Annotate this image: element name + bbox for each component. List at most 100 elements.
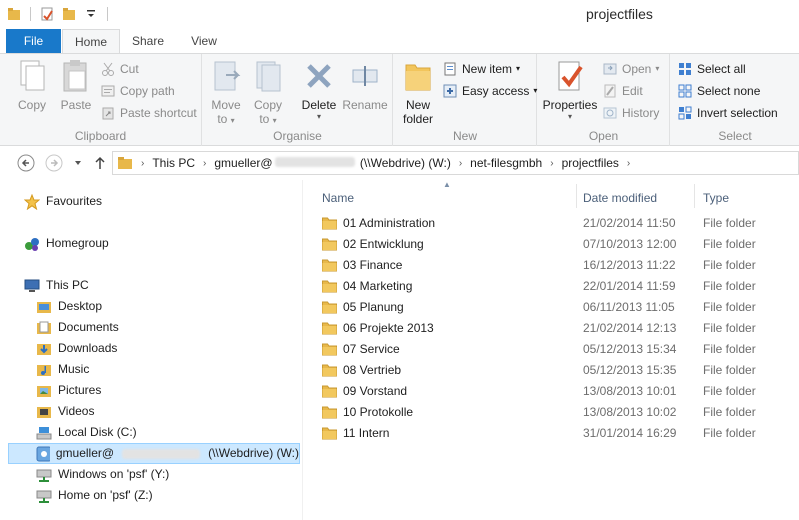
- table-row[interactable]: 01 Administration 21/02/2014 11:50 File fo…: [320, 213, 790, 234]
- chevron-right-icon[interactable]: ›: [203, 158, 206, 169]
- select-all-button[interactable]: Select all: [677, 59, 746, 79]
- table-row[interactable]: 03 Finance 16/12/2013 11:22 File folder: [320, 255, 790, 276]
- paste-button[interactable]: Paste: [56, 58, 96, 112]
- nav-music[interactable]: Music: [36, 359, 89, 380]
- column-divider[interactable]: [576, 184, 577, 208]
- tab-share[interactable]: Share: [122, 29, 174, 53]
- table-row[interactable]: 02 Entwicklung 07/10/2013 12:00 File folde…: [320, 234, 790, 255]
- nav-webdrive[interactable]: gmueller@ (\\Webdrive) (W:): [8, 443, 300, 464]
- tab-home[interactable]: Home: [62, 29, 120, 54]
- nav-windows-psf[interactable]: Windows on 'psf' (Y:): [36, 464, 169, 485]
- nav-pictures[interactable]: Pictures: [36, 380, 101, 401]
- delete-button[interactable]: Delete ▾: [299, 58, 339, 121]
- up-button[interactable]: [90, 153, 110, 173]
- cut-button[interactable]: Cut: [100, 59, 139, 79]
- table-row[interactable]: 08 Vertrieb 05/12/2013 15:35 File folder: [320, 360, 790, 381]
- file-name: 05 Planung: [343, 300, 404, 314]
- nav-videos-label: Videos: [58, 404, 95, 418]
- delete-icon: [301, 58, 337, 94]
- new-folder-icon[interactable]: [61, 6, 77, 22]
- new-folder-label-1: New: [405, 98, 430, 112]
- select-group: Select all Select none Invert selection …: [671, 54, 799, 146]
- rename-button[interactable]: Rename: [341, 58, 389, 112]
- address-bar[interactable]: › This PC › gmueller@ (\\Webdrive) (W:) …: [112, 151, 799, 175]
- file-name: 06 Projekte 2013: [343, 321, 434, 335]
- edit-button[interactable]: Edit: [602, 81, 643, 101]
- nav-downloads[interactable]: Downloads: [36, 338, 117, 359]
- column-header-type[interactable]: Type: [703, 188, 729, 208]
- copy-button[interactable]: Copy: [12, 58, 52, 112]
- nav-videos[interactable]: Videos: [36, 401, 94, 422]
- open-button[interactable]: Open ▾: [602, 59, 659, 79]
- redacted-host: [274, 157, 355, 167]
- select-none-button[interactable]: Select none: [677, 81, 760, 101]
- nav-pictures-label: Pictures: [58, 383, 102, 397]
- nav-desktop[interactable]: Desktop: [36, 296, 102, 317]
- history-button[interactable]: History: [602, 103, 659, 123]
- file-name: 08 Vertrieb: [343, 363, 402, 377]
- properties-dropdown-icon[interactable]: ▾: [542, 112, 598, 121]
- edit-icon: [602, 83, 618, 99]
- breadcrumb-webdrive-drive: (\\Webdrive) (W:): [359, 156, 451, 170]
- chevron-right-icon[interactable]: ›: [141, 158, 144, 169]
- table-row[interactable]: 09 Vorstand 13/08/2013 10:01 File folder: [320, 381, 790, 402]
- tab-file[interactable]: File: [6, 29, 61, 53]
- table-row[interactable]: 11 Intern 31/01/2014 16:29 File folder: [320, 423, 790, 444]
- open-label: Open: [622, 62, 652, 76]
- column-divider[interactable]: [694, 184, 695, 208]
- move-to-label-2-text: to: [217, 112, 228, 126]
- address-row: › This PC › gmueller@ (\\Webdrive) (W:) …: [0, 146, 799, 180]
- breadcrumb-this-pc[interactable]: This PC: [152, 156, 195, 170]
- chevron-right-icon[interactable]: ›: [627, 158, 630, 169]
- nav-documents[interactable]: Documents: [36, 317, 119, 338]
- tab-view[interactable]: View: [178, 29, 230, 53]
- properties-label: Properties: [542, 98, 598, 112]
- new-item-label: New item: [462, 62, 513, 76]
- copy-path-button[interactable]: Copy path: [100, 81, 175, 101]
- easy-access-label: Easy access: [462, 84, 530, 98]
- copy-to-label-2-text: to: [259, 112, 270, 126]
- new-folder-button[interactable]: New folder: [398, 58, 438, 126]
- table-row[interactable]: 05 Planung 06/11/2013 11:05 File folder: [320, 297, 790, 318]
- nav-home-psf[interactable]: Home on 'psf' (Z:): [36, 485, 153, 506]
- nav-this-pc[interactable]: This PC: [24, 275, 89, 296]
- chevron-right-icon[interactable]: ›: [459, 158, 462, 169]
- delete-dropdown-icon[interactable]: ▾: [299, 112, 339, 121]
- file-date-modified: 07/10/2013 12:00: [583, 237, 677, 251]
- table-row[interactable]: 07 Service 05/12/2013 15:34 File folder: [320, 339, 790, 360]
- table-row[interactable]: 04 Marketing 22/01/2014 11:59 File folder: [320, 276, 790, 297]
- scissors-icon: [100, 61, 116, 77]
- forward-button[interactable]: [44, 153, 64, 173]
- ribbon-tabs: File Home Share View: [0, 29, 799, 54]
- table-row[interactable]: 10 Protokolle 13/08/2013 10:02 File folder: [320, 402, 790, 423]
- nav-music-label: Music: [58, 362, 90, 376]
- nav-homegroup[interactable]: Homegroup: [24, 233, 109, 254]
- column-header-name[interactable]: Name: [322, 188, 354, 208]
- nav-local-disk[interactable]: Local Disk (C:): [36, 422, 137, 443]
- file-type: File folder: [703, 237, 756, 251]
- clipboard-group-label: Clipboard: [74, 129, 127, 143]
- breadcrumb-projectfiles[interactable]: projectfiles: [562, 156, 619, 170]
- copy-to-button[interactable]: Copy to ▾: [251, 58, 285, 126]
- properties-icon[interactable]: [39, 6, 55, 22]
- move-to-button[interactable]: Move to ▾: [209, 58, 243, 126]
- nav-favourites[interactable]: Favourites: [24, 191, 102, 212]
- table-row[interactable]: 06 Projekte 2013 21/02/2014 12:13 File fol…: [320, 318, 790, 339]
- folder-icon: [322, 426, 337, 447]
- breadcrumb-webdrive[interactable]: gmueller@ (\\Webdrive) (W:): [214, 156, 450, 170]
- desktop-folder-icon: [37, 301, 51, 313]
- customize-toolbar-icon[interactable]: [83, 6, 99, 22]
- column-header-date[interactable]: Date modified: [583, 188, 657, 208]
- invert-selection-button[interactable]: Invert selection: [677, 103, 778, 123]
- properties-button[interactable]: Properties ▾: [542, 58, 598, 121]
- easy-access-button[interactable]: Easy access ▾: [442, 81, 537, 101]
- folder-icon: [6, 6, 22, 22]
- open-icon: [602, 61, 618, 77]
- move-to-label-2: to ▾: [217, 112, 235, 126]
- new-item-button[interactable]: New item ▾: [442, 59, 520, 79]
- paste-shortcut-button[interactable]: Paste shortcut: [100, 103, 197, 123]
- recent-locations-button[interactable]: [68, 153, 88, 173]
- back-button[interactable]: [16, 153, 36, 173]
- chevron-right-icon[interactable]: ›: [550, 158, 553, 169]
- breadcrumb-net-filesgmbh[interactable]: net-filesgmbh: [470, 156, 542, 170]
